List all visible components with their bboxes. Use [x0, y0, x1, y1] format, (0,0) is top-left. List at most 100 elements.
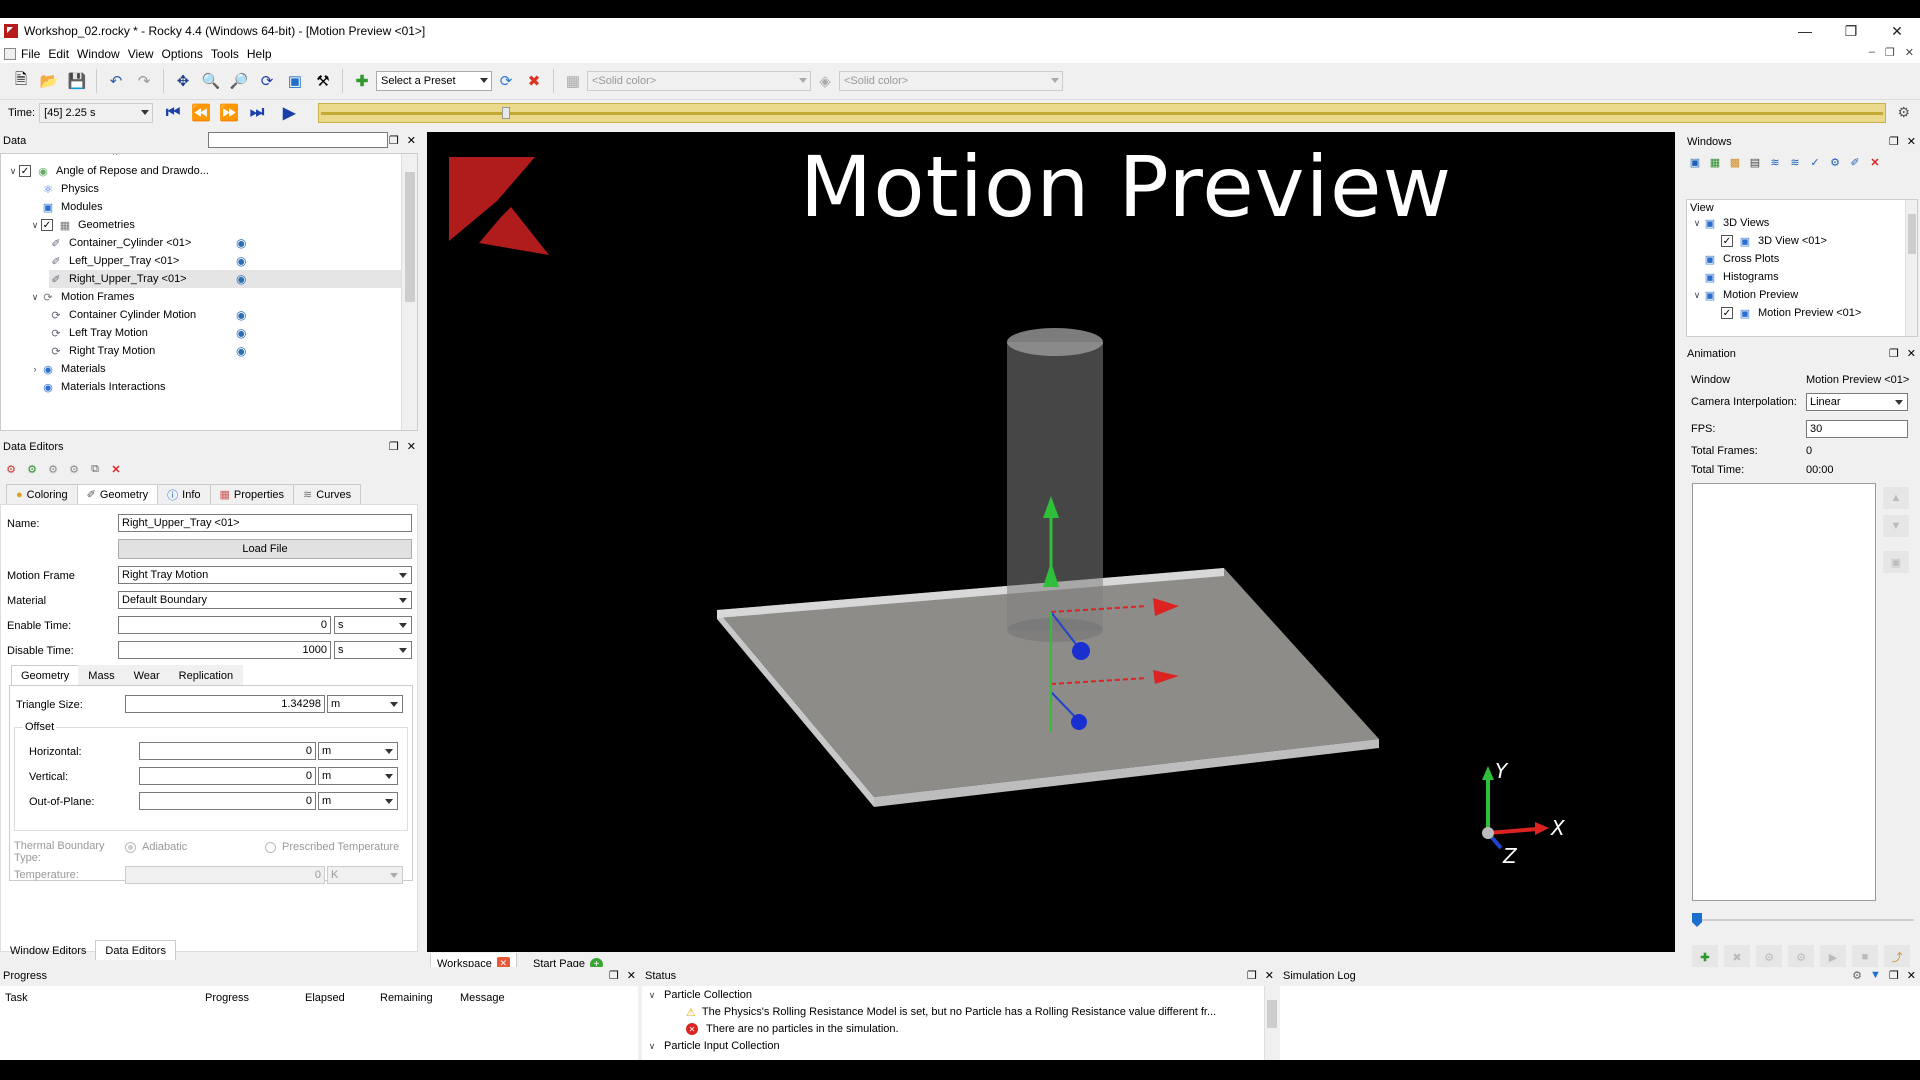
- eye-icon[interactable]: ◉: [236, 254, 246, 268]
- tree-item[interactable]: › ◉ Materials: [29, 360, 106, 378]
- eye-icon[interactable]: ◉: [236, 308, 246, 322]
- float-panel-icon[interactable]: ❐: [1889, 135, 1899, 148]
- tab-data-editors[interactable]: Data Editors: [95, 940, 176, 960]
- visibility-checkbox[interactable]: ✓: [19, 165, 31, 177]
- column-task[interactable]: Task: [5, 992, 28, 1004]
- move-down-icon[interactable]: ▼: [1883, 515, 1909, 537]
- timeline-settings-icon[interactable]: ⚙: [1897, 104, 1910, 121]
- data-tree-scrollbar[interactable]: [401, 154, 417, 430]
- load-file-button[interactable]: Load File: [118, 539, 412, 559]
- menu-edit[interactable]: Edit: [48, 47, 77, 61]
- mdi-close-icon[interactable]: ✕: [1905, 46, 1914, 59]
- motion-frame-select[interactable]: Right Tray Motion: [118, 566, 412, 584]
- keyframe-list[interactable]: [1692, 483, 1876, 901]
- subtab-mass[interactable]: Mass: [78, 665, 125, 685]
- redo-icon[interactable]: ↷: [133, 70, 155, 92]
- tree-item[interactable]: ✐ Left_Upper_Tray <01> ◉: [49, 252, 246, 270]
- new-file-icon[interactable]: 🗎: [10, 70, 32, 92]
- play-animation-icon[interactable]: ▶: [1820, 945, 1846, 969]
- add-keyframe-icon[interactable]: ✚: [1692, 945, 1718, 969]
- close-panel-icon[interactable]: ✕: [627, 969, 636, 982]
- disable-time-unit-select[interactable]: s: [334, 641, 412, 659]
- status-scrollbar[interactable]: [1264, 986, 1278, 1060]
- windows-tree-item[interactable]: ✓ ▣ 3D View <01>: [1709, 232, 1827, 250]
- menu-options[interactable]: Options: [162, 47, 211, 61]
- editor-tool-4-icon[interactable]: ⚙: [65, 460, 83, 478]
- float-panel-icon[interactable]: ❐: [1247, 969, 1257, 982]
- move-up-icon[interactable]: ▲: [1883, 487, 1909, 509]
- material-select[interactable]: Default Boundary: [118, 591, 412, 609]
- first-frame-icon[interactable]: ⏮: [161, 102, 185, 124]
- window-delete-icon[interactable]: ✕: [1866, 153, 1884, 171]
- tree-item[interactable]: ∨ ⟳ Motion Frames: [29, 288, 135, 306]
- column-message[interactable]: Message: [460, 992, 505, 1004]
- fit-view-icon[interactable]: ✥: [172, 70, 194, 92]
- tab-properties[interactable]: ▦ Properties: [209, 484, 295, 504]
- tree-item[interactable]: ⚛ Physics: [29, 180, 99, 198]
- eye-icon[interactable]: ◉: [236, 272, 246, 286]
- delete-icon[interactable]: ✕: [107, 460, 125, 478]
- collapse-icon[interactable]: ∨: [1691, 218, 1703, 229]
- column-progress[interactable]: Progress: [205, 992, 249, 1004]
- tree-item[interactable]: ▣ Modules: [29, 198, 103, 216]
- minimize-icon[interactable]: —: [1782, 18, 1828, 44]
- add-preset-icon[interactable]: ✚: [351, 70, 373, 92]
- tab-geometry[interactable]: ✐ Geometry: [76, 484, 159, 504]
- save-icon[interactable]: 💾: [66, 70, 88, 92]
- column-elapsed[interactable]: Elapsed: [305, 992, 345, 1004]
- window-check-icon[interactable]: ✓: [1806, 153, 1824, 171]
- window-edit-icon[interactable]: ✐: [1846, 153, 1864, 171]
- close-icon[interactable]: ✕: [1874, 18, 1920, 44]
- status-warning-item[interactable]: ⚠ The Physics's Rolling Resistance Model …: [686, 1003, 1216, 1021]
- horizontal-unit-select[interactable]: m: [318, 742, 398, 760]
- collapse-icon[interactable]: ∨: [1691, 290, 1703, 301]
- temperature-input[interactable]: 0: [125, 866, 325, 884]
- windows-tree-item[interactable]: ∨ ▣ 3D Views: [1691, 214, 1770, 232]
- tree-item[interactable]: ∨ ✓ ◉ Angle of Repose and Drawdo...: [7, 162, 209, 180]
- box-view-icon[interactable]: ▣: [284, 70, 306, 92]
- refresh-icon[interactable]: ⟳: [495, 70, 517, 92]
- camera-icon[interactable]: ▣: [1883, 551, 1909, 573]
- visibility-checkbox[interactable]: ✓: [41, 219, 53, 231]
- window-checkbox[interactable]: ✓: [1721, 235, 1733, 247]
- window-table-icon[interactable]: ▤: [1746, 153, 1764, 171]
- remove-preset-icon[interactable]: ✖: [523, 70, 545, 92]
- zoom-box-icon[interactable]: 🔎: [228, 70, 250, 92]
- remove-keyframe-icon[interactable]: ✖: [1724, 945, 1750, 969]
- close-panel-icon[interactable]: ✕: [1907, 969, 1916, 982]
- window-checkbox[interactable]: ✓: [1721, 307, 1733, 319]
- tab-window-editors[interactable]: Window Editors: [0, 940, 96, 960]
- eye-icon[interactable]: ◉: [236, 326, 246, 340]
- tree-item[interactable]: ∨ ✓ ▦ Geometries: [29, 216, 135, 234]
- export-animation-icon[interactable]: ⤴: [1884, 945, 1910, 969]
- zoom-icon[interactable]: 🔍: [200, 70, 222, 92]
- disable-time-input[interactable]: 1000: [118, 641, 331, 659]
- close-panel-icon[interactable]: ✕: [1907, 347, 1916, 360]
- rotate-icon[interactable]: ⟳: [256, 70, 278, 92]
- color-select-1[interactable]: <Solid color>: [587, 71, 811, 91]
- float-panel-icon[interactable]: ❐: [389, 134, 399, 147]
- window-curve-icon[interactable]: ≋: [1786, 153, 1804, 171]
- status-error-item[interactable]: ✕ There are no particles in the simulatio…: [686, 1020, 899, 1038]
- tree-item[interactable]: ⟳ Container Cylinder Motion ◉: [49, 306, 246, 324]
- animation-slider[interactable]: [1692, 913, 1914, 927]
- mdi-minimize-icon[interactable]: –: [1869, 46, 1875, 59]
- close-panel-icon[interactable]: ✕: [1907, 135, 1916, 148]
- color-select-2[interactable]: <Solid color>: [839, 71, 1063, 91]
- windows-tree-item[interactable]: ▣ Histograms: [1691, 268, 1779, 286]
- timeline-handle[interactable]: [501, 107, 510, 119]
- status-group[interactable]: ∨ Particle Collection: [646, 986, 752, 1004]
- enable-time-unit-select[interactable]: s: [334, 616, 412, 634]
- expand-icon[interactable]: ›: [29, 364, 41, 374]
- column-remaining[interactable]: Remaining: [380, 992, 433, 1004]
- copy-icon[interactable]: ⧉: [86, 460, 104, 478]
- camera-interpolation-select[interactable]: Linear: [1806, 393, 1908, 411]
- subtab-replication[interactable]: Replication: [168, 665, 244, 685]
- keyframe-settings-icon[interactable]: ⚙: [1756, 945, 1782, 969]
- adiabatic-radio[interactable]: Adiabatic: [125, 841, 187, 853]
- subtab-wear[interactable]: Wear: [123, 665, 170, 685]
- color-brush-icon[interactable]: ◈: [814, 70, 836, 92]
- tree-item[interactable]: ⟳ Left Tray Motion ◉: [49, 324, 246, 342]
- tab-curves[interactable]: ≋ Curves: [293, 484, 362, 504]
- vertical-unit-select[interactable]: m: [318, 767, 398, 785]
